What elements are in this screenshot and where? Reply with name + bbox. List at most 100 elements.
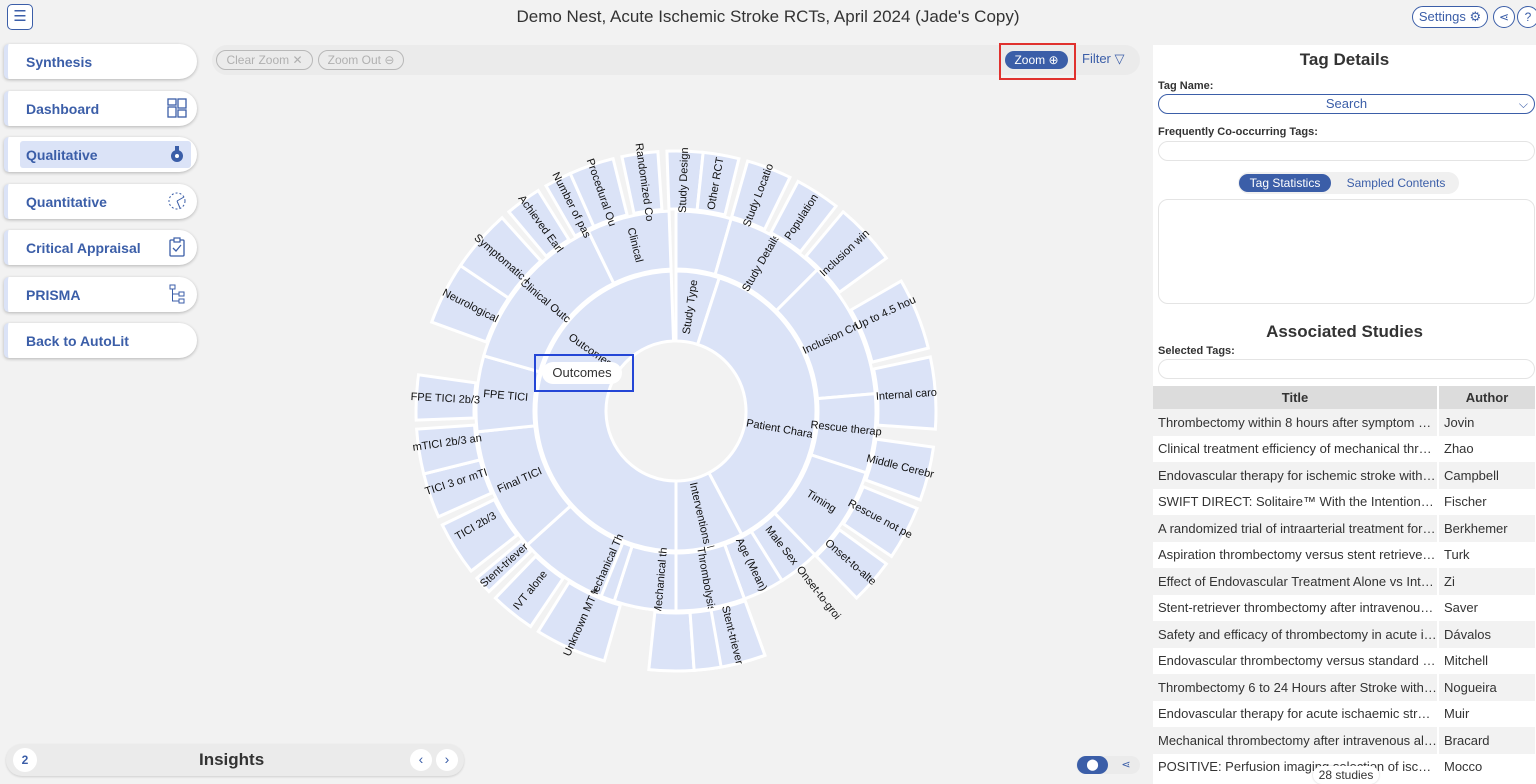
table-row[interactable]: Aspiration thrombectomy versus stent ret…	[1153, 541, 1536, 568]
tag-details-title: Tag Details	[1299, 50, 1390, 69]
zoom-out-label: Zoom Out	[327, 53, 381, 67]
prisma-flow-icon	[167, 284, 187, 304]
sidebar-item-label: Synthesis	[26, 54, 93, 70]
sidebar-item-qualitative[interactable]: Qualitative	[4, 137, 197, 172]
sidebar-item-back-to-autolit[interactable]: Back to AutoLit	[4, 323, 197, 358]
study-title-cell: Mechanical thrombectomy after intravenou…	[1153, 727, 1439, 754]
study-author-cell: Zhao	[1438, 435, 1536, 462]
study-author-cell: Saver	[1438, 594, 1536, 621]
table-row[interactable]: Effect of Endovascular Treatment Alone v…	[1153, 568, 1536, 595]
share-icon[interactable]: ⋖	[1493, 6, 1515, 28]
clear-zoom-label: Clear Zoom	[226, 53, 290, 67]
study-author-cell: Zi	[1438, 568, 1536, 595]
table-header-row: Title Author	[1153, 386, 1536, 409]
study-author-cell: Turk	[1438, 541, 1536, 568]
tag-name-label: Tag Name:	[1158, 80, 1214, 92]
study-author-cell: Bracard	[1438, 727, 1536, 754]
sidebar-item-label: Quantitative	[26, 193, 107, 210]
study-title-cell: Aspiration thrombectomy versus stent ret…	[1153, 541, 1439, 568]
tag-statistics-box	[1158, 199, 1535, 304]
tab-sampled-contents[interactable]: Sampled Contents	[1338, 174, 1454, 192]
study-author-cell: Muir	[1438, 700, 1536, 727]
study-author-cell: Jovin	[1438, 409, 1536, 436]
clear-zoom-button[interactable]: Clear Zoom ✕	[216, 50, 313, 70]
view-toggle[interactable]: ⬤ ⋖	[1076, 756, 1140, 774]
zoom-out-button[interactable]: Zoom Out ⊖	[318, 50, 404, 70]
table-row[interactable]: Thrombectomy 6 to 24 Hours after Stroke …	[1153, 674, 1536, 701]
study-author-cell: Nogueira	[1438, 674, 1536, 701]
sidebar-nav: Synthesis Dashboard Qualitative Quantita…	[4, 44, 197, 370]
table-row[interactable]: Thrombectomy within 8 hours after sympto…	[1153, 409, 1536, 436]
tag-name-select[interactable]: Search ⌵	[1158, 94, 1535, 114]
dashboard-icon	[167, 97, 187, 118]
settings-button[interactable]: Settings ⚙	[1412, 6, 1488, 28]
table-row[interactable]: Clinical treatment efficiency of mechani…	[1153, 435, 1536, 462]
center-tooltip: Outcomes	[542, 362, 622, 384]
table-row[interactable]: Endovascular therapy for ischemic stroke…	[1153, 462, 1536, 489]
table-row[interactable]: A randomized trial of intraarterial trea…	[1153, 515, 1536, 542]
sidebar-item-quantitative[interactable]: Quantitative	[4, 183, 197, 219]
close-icon: ✕	[292, 53, 303, 67]
chevron-left-icon[interactable]: ‹	[410, 749, 432, 771]
sidebar-item-dashboard[interactable]: Dashboard	[4, 90, 197, 126]
author-column-header[interactable]: Author	[1438, 386, 1536, 409]
study-count-badge: 28 studies	[1313, 766, 1379, 784]
sunburst-chart[interactable]: OutcomesStudy TypePatient CharaIntervent…	[300, 80, 1000, 720]
study-title-cell: Thrombectomy within 8 hours after sympto…	[1153, 409, 1439, 436]
zoom-out-icon: ⊖	[384, 53, 395, 67]
study-title-cell: Stent-retriever thrombectomy after intra…	[1153, 594, 1439, 621]
study-title-cell: Endovascular therapy for ischemic stroke…	[1153, 462, 1439, 489]
study-title-cell: A randomized trial of intraarterial trea…	[1153, 515, 1439, 542]
sunburst-segment[interactable]	[647, 610, 696, 673]
cooccurring-label: Frequently Co-occurring Tags:	[1158, 126, 1318, 138]
zoom-button-highlight	[999, 43, 1076, 80]
page-title: Demo Nest, Acute Ischemic Stroke RCTs, A…	[516, 7, 1020, 26]
sidebar-item-label: Critical Appraisal	[26, 240, 141, 256]
sidebar-item-label: Dashboard	[26, 100, 100, 117]
gear-icon: ⚙	[1469, 9, 1482, 24]
sidebar-item-prisma[interactable]: PRISMA	[4, 276, 197, 312]
table-row[interactable]: Endovascular thrombectomy versus standar…	[1153, 647, 1536, 674]
study-title-cell: Endovascular thrombectomy versus standar…	[1153, 647, 1439, 674]
study-title-cell: Safety and efficacy of thrombectomy in a…	[1153, 621, 1439, 648]
chart-toolbar: Clear Zoom ✕ Zoom Out ⊖ Zoom ⊕ Filter ▽	[212, 43, 1140, 80]
tab-tag-statistics[interactable]: Tag Statistics	[1239, 174, 1331, 192]
table-row[interactable]: Safety and efficacy of thrombectomy in a…	[1153, 621, 1536, 648]
sidebar-item-synthesis[interactable]: Synthesis	[4, 44, 197, 79]
help-icon[interactable]: ?	[1517, 6, 1536, 28]
insights-bar[interactable]: 2 Insights ‹ ›	[6, 744, 464, 776]
clipboard-check-icon	[167, 237, 187, 257]
sunburst-label: Study Design	[677, 147, 691, 213]
selected-tags-box	[1158, 359, 1535, 379]
table-row[interactable]: SWIFT DIRECT: Solitaire™ With the Intent…	[1153, 488, 1536, 515]
study-author-cell: Fischer	[1438, 488, 1536, 515]
study-title-cell: Endovascular therapy for acute ischaemic…	[1153, 700, 1439, 727]
table-row[interactable]: Mechanical thrombectomy after intravenou…	[1153, 727, 1536, 754]
associated-studies-title: Associated Studies	[1266, 322, 1423, 341]
sunburst-view-icon[interactable]: ⬤	[1077, 756, 1108, 774]
sidebar-item-critical-appraisal[interactable]: Critical Appraisal	[4, 230, 197, 265]
table-row[interactable]: Stent-retriever thrombectomy after intra…	[1153, 594, 1536, 621]
filter-button[interactable]: Filter ▽	[1082, 51, 1125, 67]
sidebar-item-label: PRISMA	[26, 286, 81, 303]
insights-count-badge: 2	[13, 748, 37, 772]
table-row[interactable]: Endovascular therapy for acute ischaemic…	[1153, 700, 1536, 727]
filter-label: Filter	[1082, 51, 1111, 66]
study-author-cell: Mocco	[1438, 753, 1536, 780]
study-author-cell: Mitchell	[1438, 647, 1536, 674]
quantitative-icon	[167, 191, 187, 211]
sidebar-item-label: Back to AutoLit	[26, 333, 129, 349]
study-title-cell: POSITIVE: Perfusion imaging selection of…	[1153, 753, 1439, 780]
stats-tabs: Tag Statistics Sampled Contents	[1238, 172, 1459, 194]
study-author-cell: Dávalos	[1438, 621, 1536, 648]
network-view-icon[interactable]: ⋖	[1116, 756, 1136, 774]
tag-details-panel: Tag Details Tag Name: Search ⌵ Frequently…	[1153, 45, 1536, 784]
sidebar-item-label: Qualitative	[26, 147, 98, 163]
selected-tags-label: Selected Tags:	[1158, 345, 1235, 357]
insights-title: Insights	[199, 750, 265, 769]
title-column-header[interactable]: Title	[1153, 386, 1439, 409]
study-author-cell: Campbell	[1438, 462, 1536, 489]
filter-icon: ▽	[1114, 51, 1125, 66]
study-author-cell: Berkhemer	[1438, 515, 1536, 542]
chevron-right-icon[interactable]: ›	[436, 749, 458, 771]
